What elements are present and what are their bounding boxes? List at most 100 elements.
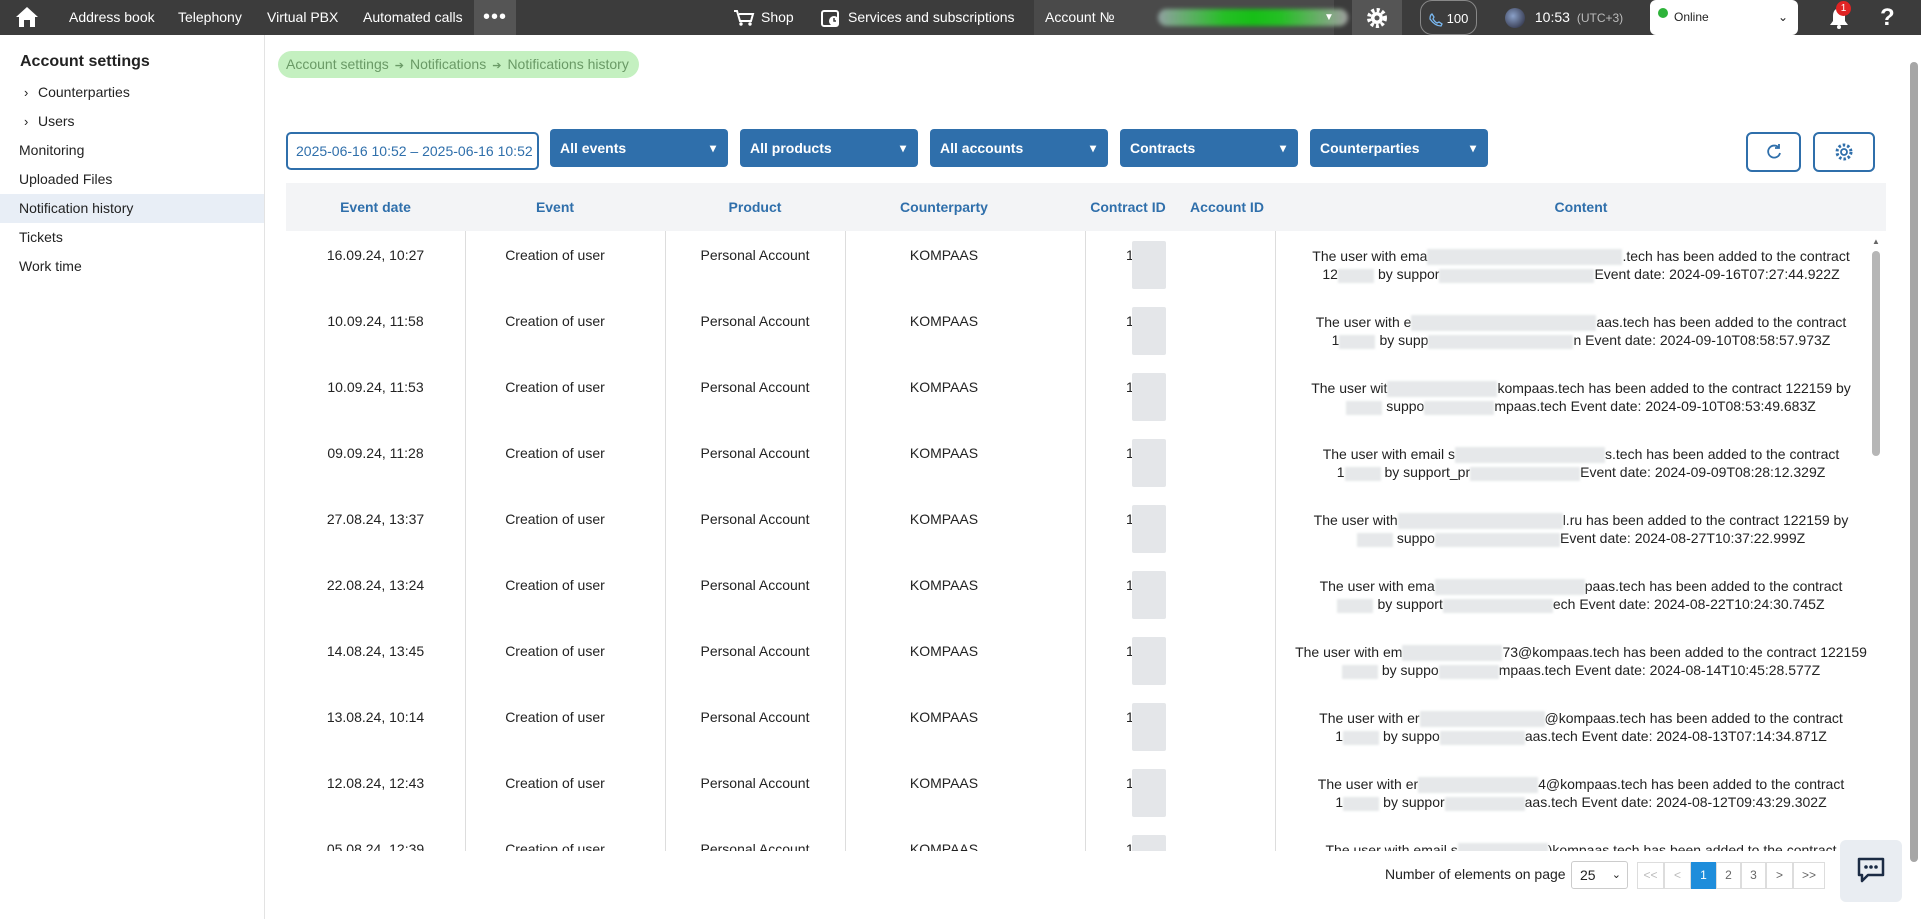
shop-label: Shop xyxy=(761,9,794,25)
chevron-down-icon: ▾ xyxy=(709,141,716,155)
nav-address-book[interactable]: Address book xyxy=(69,0,155,35)
col-event[interactable]: Event xyxy=(465,183,645,231)
page-first-button[interactable]: << xyxy=(1637,862,1664,889)
cell-event-date: 27.08.24, 13:37 xyxy=(326,511,425,527)
redacted-contract xyxy=(1342,730,1379,745)
table-row[interactable]: 10.09.24, 11:53 Creation of user Personal … xyxy=(286,363,1886,429)
page-prev-button[interactable]: < xyxy=(1664,862,1691,889)
products-filter[interactable]: All products ▾ xyxy=(740,129,918,167)
counterparties-filter-label: Counterparties xyxy=(1320,140,1420,156)
content-text: )kompaas.tech has been added to the cont… xyxy=(1547,842,1837,851)
notifications-badge: 1 xyxy=(1836,1,1851,16)
page-1-button[interactable]: 1 xyxy=(1691,862,1716,889)
redacted-contract xyxy=(1339,334,1376,349)
contracts-filter[interactable]: Contracts ▾ xyxy=(1120,129,1298,167)
active-calls-counter[interactable]: 100 xyxy=(1420,0,1478,35)
table-row[interactable]: 22.08.24, 13:24 Creation of user Personal … xyxy=(286,561,1886,627)
breadcrumb-account-settings[interactable]: Account settings xyxy=(286,56,389,72)
table-row[interactable]: 16.09.24, 10:27 Creation of user Personal … xyxy=(286,231,1886,297)
redacted-contract xyxy=(1346,400,1383,415)
table-row[interactable]: 10.09.24, 11:58 Creation of user Personal … xyxy=(286,297,1886,363)
counterparties-filter[interactable]: Counterparties ▾ xyxy=(1310,129,1488,167)
content-text: The user wit xyxy=(1311,380,1388,396)
redacted-contract-id xyxy=(1132,703,1166,751)
chevron-right-icon: › xyxy=(24,114,29,129)
cell-product: Personal Account xyxy=(700,445,810,461)
scroll-up-icon[interactable]: ▲ xyxy=(1872,237,1880,246)
page-size-select[interactable]: 25 ⌄ xyxy=(1571,861,1628,889)
globe-icon xyxy=(1505,8,1525,29)
settings-button[interactable] xyxy=(1352,0,1402,35)
nav-telephony[interactable]: Telephony xyxy=(178,0,242,35)
cell-product: Personal Account xyxy=(700,775,810,791)
content-text: aas.tech has been added to the contract xyxy=(1596,314,1847,330)
sidebar-item-users[interactable]: › Users xyxy=(0,107,264,136)
help-icon[interactable]: ? xyxy=(1880,0,1895,35)
home-button[interactable] xyxy=(0,0,54,35)
page-last-button[interactable]: >> xyxy=(1793,862,1825,889)
cell-content: The user with l.ru has been added to the … xyxy=(1286,495,1876,561)
content-text: 12 xyxy=(1322,266,1338,283)
chat-support-button[interactable] xyxy=(1840,840,1902,902)
date-range-input[interactable]: 2025-06-16 10:52 – 2025-06-16 10:52 xyxy=(286,132,539,170)
events-filter[interactable]: All events ▾ xyxy=(550,129,728,167)
shop-link[interactable]: Shop xyxy=(733,0,794,35)
table-row[interactable]: 12.08.24, 12:43 Creation of user Personal … xyxy=(286,759,1886,825)
sidebar-item-monitoring[interactable]: Monitoring xyxy=(0,136,264,165)
more-menu-button[interactable]: ••• xyxy=(474,0,516,35)
table-row[interactable]: 05.08.24, 12:39 Creation of user Personal … xyxy=(286,825,1886,851)
col-contract-id[interactable]: Contract ID xyxy=(1088,183,1168,231)
col-content[interactable]: Content xyxy=(1286,183,1876,231)
gear-icon xyxy=(1835,143,1853,161)
redacted-email xyxy=(1428,334,1574,349)
refresh-button[interactable] xyxy=(1746,132,1801,172)
cell-account-id xyxy=(1182,561,1272,627)
page-scrollbar[interactable] xyxy=(1910,48,1918,880)
services-subscriptions-link[interactable]: Services and subscriptions xyxy=(820,0,1015,35)
table-settings-button[interactable] xyxy=(1813,132,1875,172)
cell-event-date: 22.08.24, 13:24 xyxy=(326,577,425,593)
table-scrollbar[interactable]: ▲ xyxy=(1872,237,1880,849)
page-next-button[interactable]: > xyxy=(1766,862,1793,889)
table-scroll-thumb[interactable] xyxy=(1872,251,1880,456)
redacted-contract xyxy=(1343,796,1380,811)
redacted-contract xyxy=(1344,466,1381,481)
cell-event-date: 10.09.24, 11:53 xyxy=(327,379,424,395)
content-text: 73@kompaas.tech has been added to the co… xyxy=(1502,644,1867,660)
col-account-id[interactable]: Account ID xyxy=(1182,183,1272,231)
page-2-button[interactable]: 2 xyxy=(1716,862,1741,889)
nav-automated-calls[interactable]: Automated calls xyxy=(363,0,463,35)
table-row[interactable]: 13.08.24, 10:14 Creation of user Personal … xyxy=(286,693,1886,759)
accounts-filter[interactable]: All accounts ▾ xyxy=(930,129,1108,167)
status-select[interactable]: Online ⌄ xyxy=(1650,0,1798,35)
sidebar-item-notification-history[interactable]: Notification history xyxy=(0,194,264,223)
account-selector[interactable]: Account № ▼ xyxy=(1034,0,1348,35)
col-product[interactable]: Product xyxy=(665,183,845,231)
redacted-contract-id xyxy=(1132,241,1166,289)
account-label: Account № xyxy=(1045,9,1115,25)
col-counterparty[interactable]: Counterparty xyxy=(845,183,1043,231)
redacted-email xyxy=(1427,249,1623,266)
redacted-contract-id xyxy=(1132,835,1166,851)
table-row[interactable]: 14.08.24, 13:45 Creation of user Personal … xyxy=(286,627,1886,693)
redacted-email xyxy=(1424,400,1495,415)
sidebar-item-tickets[interactable]: Tickets xyxy=(0,223,264,252)
table-row[interactable]: 09.09.24, 11:28 Creation of user Personal … xyxy=(286,429,1886,495)
services-label: Services and subscriptions xyxy=(848,9,1015,25)
redacted-email xyxy=(1397,513,1563,530)
page-scroll-thumb[interactable] xyxy=(1910,62,1918,862)
sidebar-item-work-time[interactable]: Work time xyxy=(0,252,264,281)
chevron-down-icon: ▾ xyxy=(899,141,906,155)
cell-counterparty: KOMPAAS xyxy=(909,313,979,329)
table-row[interactable]: 27.08.24, 13:37 Creation of user Personal … xyxy=(286,495,1886,561)
sidebar-item-counterparties[interactable]: › Counterparties xyxy=(0,78,264,107)
cell-event-date: 12.08.24, 12:43 xyxy=(326,775,425,791)
cell-content: The user with em 73@kompaas.tech has been… xyxy=(1286,627,1876,693)
nav-virtual-pbx[interactable]: Virtual PBX xyxy=(267,0,338,35)
sidebar-item-uploaded-files[interactable]: Uploaded Files xyxy=(0,165,264,194)
content-text: 4@kompaas.tech has been added to the con… xyxy=(1538,776,1845,792)
col-event-date[interactable]: Event date xyxy=(286,183,465,231)
content-text: by suppo xyxy=(1381,662,1439,679)
breadcrumb-notifications[interactable]: Notifications xyxy=(410,56,486,72)
page-3-button[interactable]: 3 xyxy=(1741,862,1766,889)
